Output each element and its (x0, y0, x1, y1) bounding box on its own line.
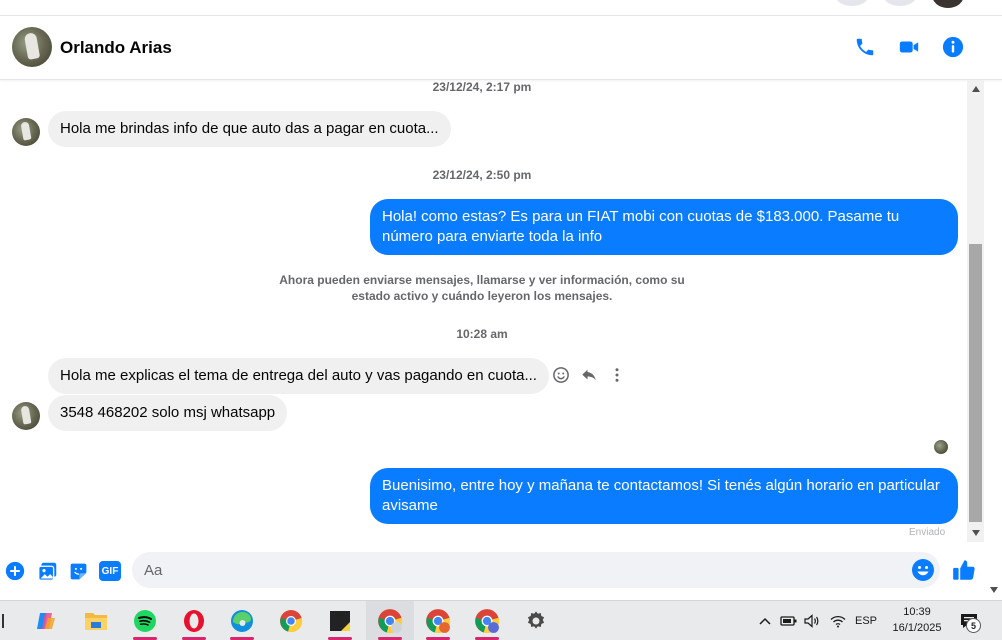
seen-indicator-avatar (934, 440, 948, 454)
attach-photo-icon[interactable] (35, 559, 59, 583)
message-avatar[interactable] (12, 118, 40, 146)
scrollbar-thumb[interactable] (969, 244, 982, 522)
sticker-icon[interactable] (66, 559, 90, 583)
account-avatar[interactable] (932, 0, 964, 8)
chrome-app-icon[interactable] (267, 601, 315, 640)
message-composer: GIF (0, 545, 984, 597)
copilot-app-icon[interactable] (22, 601, 70, 640)
emoji-icon[interactable] (911, 558, 935, 582)
reply-icon[interactable] (578, 364, 600, 386)
chrome-profile-app-icon[interactable] (463, 601, 511, 640)
top-bar (0, 0, 1002, 16)
windows-taskbar: ESP 10:39 16/1/2025 (0, 600, 1002, 640)
message-input[interactable] (132, 552, 940, 588)
react-icon[interactable] (550, 364, 572, 386)
timestamp: 23/12/24, 2:50 pm (432, 168, 532, 182)
contact-avatar[interactable] (12, 27, 52, 67)
more-options-icon[interactable] (606, 364, 628, 386)
privacy-notice: Ahora pueden enviarse mensajes, llamarse… (279, 273, 685, 303)
scroll-down-arrow-icon[interactable] (967, 526, 984, 540)
gif-icon[interactable]: GIF (98, 559, 122, 583)
notification-count-badge: 5 (966, 618, 981, 633)
conversation-header: Orlando Arias (0, 16, 1002, 80)
gif-label: GIF (99, 561, 121, 581)
outgoing-message[interactable]: Hola! como estas? Es para un FIAT mobi c… (370, 199, 958, 255)
scrollbar[interactable] (967, 80, 984, 542)
timestamp: 23/12/24, 2:17 pm (432, 80, 532, 94)
show-hidden-icons-chevron-icon[interactable] (756, 601, 774, 640)
chrome-profile-app-icon[interactable] (414, 601, 462, 640)
edge-app-icon[interactable] (218, 601, 266, 640)
incoming-message[interactable]: 3548 468202 solo msj whatsapp (48, 395, 288, 431)
scroll-up-arrow-icon[interactable] (967, 82, 984, 96)
thumbs-up-icon[interactable] (951, 557, 977, 583)
chrome-profile-app-icon[interactable] (366, 601, 414, 640)
info-icon[interactable] (938, 32, 968, 62)
menu-button[interactable] (834, 0, 870, 6)
message-status: Enviado (909, 527, 946, 538)
settings-app-icon[interactable] (512, 601, 560, 640)
volume-icon[interactable] (803, 601, 821, 640)
file-explorer-app-icon[interactable] (72, 601, 120, 640)
language-indicator[interactable]: ESP (852, 601, 880, 640)
more-actions-icon[interactable] (3, 559, 27, 583)
clock-time: 10:39 (903, 606, 931, 618)
voice-call-icon[interactable] (850, 32, 880, 62)
wifi-icon[interactable] (829, 601, 847, 640)
clock[interactable]: 10:39 16/1/2025 (884, 604, 950, 636)
opera-app-icon[interactable] (170, 601, 218, 640)
spotify-app-icon[interactable] (121, 601, 169, 640)
clock-date: 16/1/2025 (892, 622, 942, 634)
battery-plug-icon[interactable] (780, 601, 798, 640)
incoming-message[interactable]: Hola me explicas el tema de entrega del … (48, 358, 549, 394)
messenger-window: Orlando Arias 23/12/24, 2:17 pm Hola me … (0, 0, 1002, 640)
incoming-message[interactable]: Hola me brindas info de que auto das a p… (48, 111, 451, 147)
message-avatar[interactable] (12, 402, 40, 430)
sticky-notes-app-icon[interactable] (316, 601, 364, 640)
outgoing-message[interactable]: Buenisimo, entre hoy y mañana te contact… (370, 468, 958, 524)
notifications-button[interactable] (882, 0, 918, 6)
contact-name[interactable]: Orlando Arias (60, 38, 172, 58)
page-scroll-down-arrow-icon[interactable] (987, 583, 1001, 597)
taskbar-edge-handle (2, 614, 4, 628)
timestamp: 10:28 am (456, 327, 508, 341)
video-call-icon[interactable] (894, 32, 924, 62)
